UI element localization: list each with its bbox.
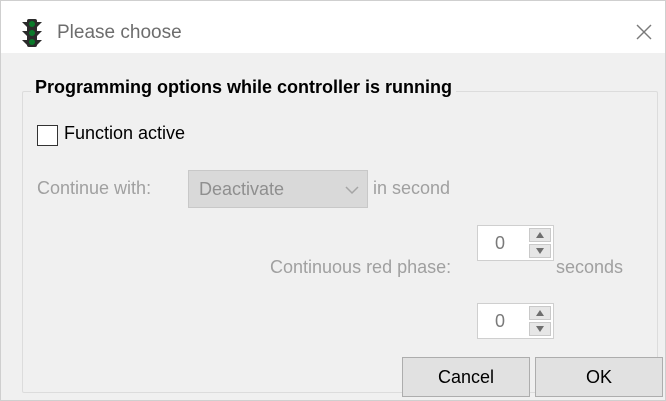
- seconds-unit-label: seconds: [556, 257, 624, 277]
- spin-down-button[interactable]: [529, 322, 551, 336]
- chevron-down-icon: [345, 183, 359, 195]
- dialog-body: Programming options while controller is …: [1, 53, 665, 400]
- red-phase-value[interactable]: 0: [495, 311, 505, 332]
- continue-with-dropdown[interactable]: Deactivate: [188, 170, 368, 208]
- ok-button[interactable]: OK: [535, 357, 663, 397]
- red-phase-label: Continuous red phase:: [270, 257, 452, 277]
- in-second-stepper[interactable]: 0: [477, 225, 554, 261]
- red-phase-stepper[interactable]: 0: [477, 303, 554, 339]
- window-title: Please choose: [57, 22, 182, 43]
- title-bar[interactable]: Please choose: [1, 1, 665, 53]
- continue-with-value: Deactivate: [199, 179, 285, 199]
- groupbox-title: Programming options while controller is …: [31, 77, 457, 98]
- in-second-value[interactable]: 0: [495, 233, 505, 254]
- spin-down-button[interactable]: [529, 244, 551, 258]
- spin-up-button[interactable]: [529, 306, 551, 320]
- spin-up-icon: [536, 232, 544, 238]
- cancel-button[interactable]: Cancel: [402, 357, 530, 397]
- spin-down-icon: [536, 326, 544, 332]
- dialog-window: Please choose Programming options while …: [0, 0, 666, 401]
- spin-up-button[interactable]: [529, 228, 551, 242]
- close-icon: [636, 24, 652, 40]
- continue-with-label: Continue with:: [37, 178, 152, 198]
- spin-down-icon: [536, 248, 544, 254]
- traffic-light-icon: [21, 18, 43, 48]
- close-button[interactable]: [629, 17, 659, 47]
- function-active-checkbox[interactable]: [37, 125, 58, 146]
- function-active-label[interactable]: Function active: [64, 123, 185, 144]
- spin-up-icon: [536, 310, 544, 316]
- in-second-label: in second: [373, 178, 451, 198]
